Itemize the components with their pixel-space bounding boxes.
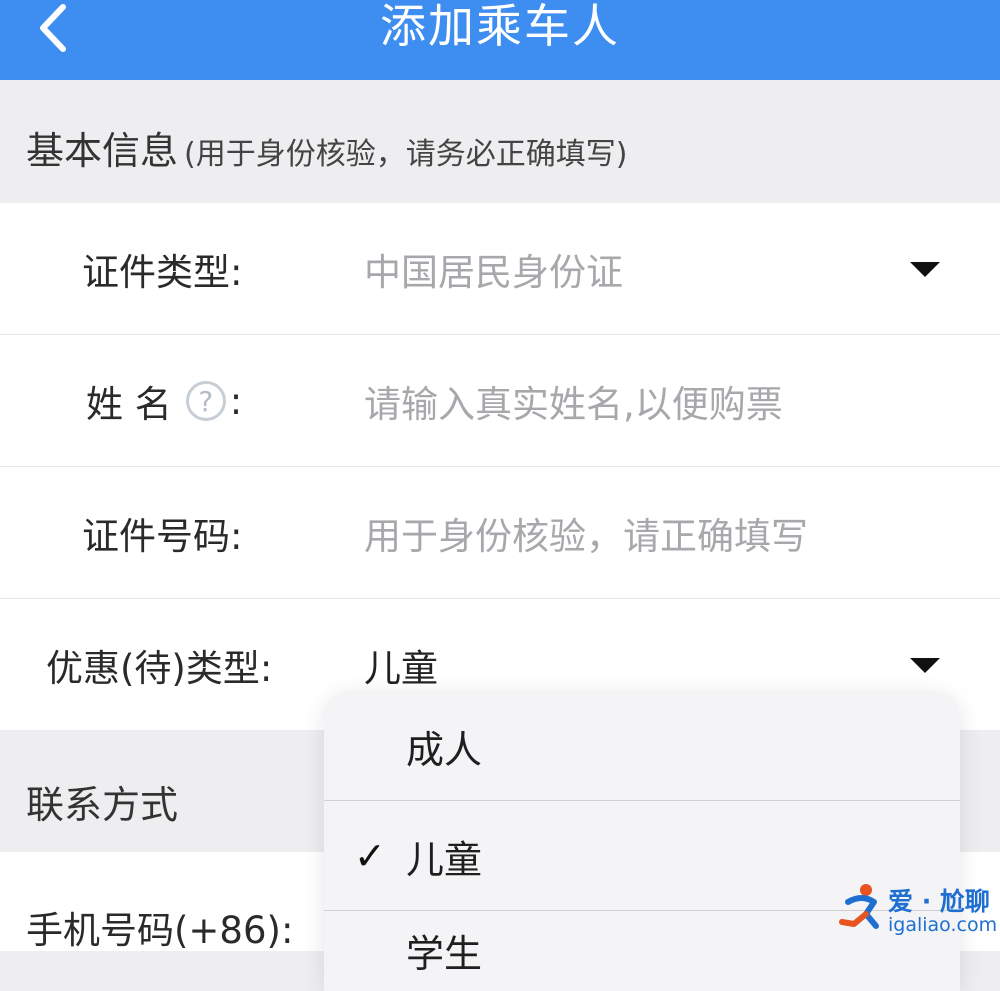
- name-label-colon: :: [229, 379, 243, 423]
- checkmark-icon: ✓: [354, 834, 386, 878]
- name-label: 姓 名: [86, 383, 172, 426]
- nav-bar: 添加乘车人: [0, 0, 1000, 80]
- basic-info-note: (用于身份核验，请务必正确填写): [184, 137, 628, 172]
- help-icon[interactable]: ?: [185, 381, 226, 421]
- name-input[interactable]: 请输入真实姓名,以便购票: [364, 335, 783, 467]
- id-number-row: 证件号码: 用于身份核验，请正确填写: [0, 467, 1000, 599]
- caret-down-icon[interactable]: [910, 262, 940, 277]
- name-row: 姓 名 ? : 请输入真实姓名,以便购票: [0, 335, 1000, 467]
- id-type-label: 证件类型:: [82, 251, 243, 294]
- id-number-input[interactable]: 用于身份核验，请正确填写: [364, 467, 808, 599]
- discount-type-label: 优惠(待)类型:: [46, 647, 273, 690]
- runner-logo-icon: [839, 884, 879, 929]
- caret-down-icon[interactable]: [910, 658, 940, 673]
- page-title: 添加乘车人: [380, 0, 620, 53]
- watermark-domain: igaliao.com: [888, 914, 998, 936]
- basic-info-form: 证件类型: 中国居民身份证 姓 名 ? : 请输入真实姓名,以便购票 证件号码:…: [0, 203, 1000, 730]
- contact-title: 联系方式: [26, 783, 179, 827]
- id-number-label: 证件号码:: [82, 515, 243, 558]
- basic-info-header: 基本信息 (用于身份核验，请务必正确填写): [0, 80, 1000, 203]
- id-type-select[interactable]: 中国居民身份证: [364, 203, 623, 335]
- dropdown-option-label: 成人: [406, 727, 483, 772]
- phone-label: 手机号码(+86):: [26, 909, 294, 952]
- discount-type-dropdown: 成人 ✓ 儿童 学生: [324, 691, 960, 991]
- basic-info-title: 基本信息: [26, 129, 179, 173]
- id-type-row[interactable]: 证件类型: 中国居民身份证: [0, 203, 1000, 335]
- watermark-logo: 爱 · 尬聊 igaliao.com: [836, 880, 998, 944]
- dropdown-option-adult[interactable]: 成人: [324, 691, 960, 801]
- dropdown-option-label: 儿童: [406, 837, 483, 882]
- watermark-text: 爱 · 尬聊: [888, 887, 990, 916]
